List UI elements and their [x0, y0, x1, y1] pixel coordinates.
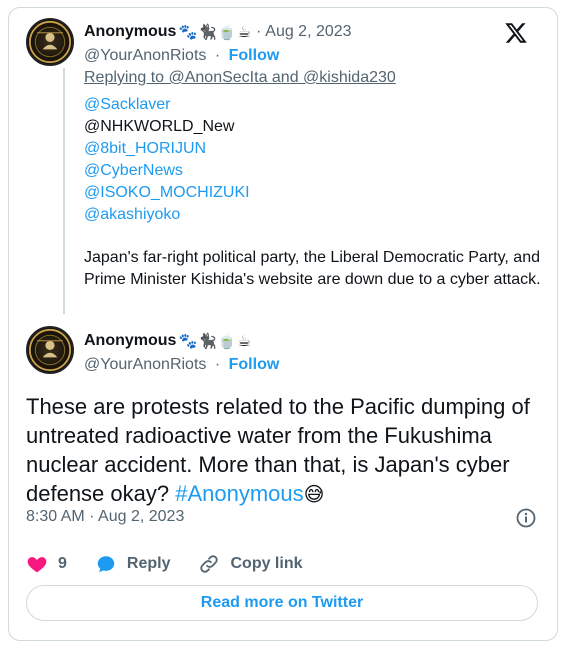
avatar[interactable] [26, 326, 74, 374]
author-handle[interactable]: @YourAnonRiots [84, 356, 206, 373]
tweet-timestamp[interactable]: 8:30 AM · Aug 2, 2023 [26, 508, 184, 526]
author-emojis: 🐾🐈‍⬛🍵☕ [178, 332, 252, 350]
reply-button[interactable]: Reply [95, 553, 171, 575]
like-count: 9 [58, 555, 67, 572]
tweet-actions: 9 Reply Copy link [26, 551, 331, 577]
author-name[interactable]: Anonymous [84, 23, 176, 41]
mention-link[interactable]: @8bit_HORIJUN [84, 138, 250, 160]
main-author-row: Anonymous 🐾🐈‍⬛🍵☕ [84, 332, 252, 350]
copy-link-button[interactable]: Copy link [198, 553, 303, 575]
mention-text: @NHKWORLD_New [84, 118, 235, 135]
mentions-list: @Sacklaver @NHKWORLD_New @8bit_HORIJUN @… [84, 94, 250, 226]
anonymous-emblem-icon [28, 328, 72, 372]
sweat-smile-emoji: 😅 [303, 482, 325, 506]
x-logo-icon[interactable] [504, 21, 528, 45]
main-handle-row: @YourAnonRiots · Follow [84, 356, 279, 374]
quoted-author-row: Anonymous 🐾🐈‍⬛🍵☕ · Aug 2, 2023 [84, 23, 352, 41]
like-button[interactable]: 9 [26, 553, 67, 575]
link-icon [200, 555, 219, 573]
mention-link[interactable]: @ISOKO_MOCHIZUKI [84, 182, 250, 204]
info-icon[interactable] [515, 507, 537, 529]
quoted-handle-row: @YourAnonRiots · Follow [84, 47, 279, 65]
separator-dot: · [214, 356, 221, 373]
author-emojis: 🐾🐈‍⬛🍵☕ [178, 23, 252, 41]
anonymous-emblem-icon [28, 20, 72, 64]
author-name[interactable]: Anonymous [84, 332, 176, 350]
follow-button[interactable]: Follow [229, 47, 280, 64]
avatar[interactable] [26, 18, 74, 66]
read-more-button[interactable]: Read more on Twitter [26, 585, 538, 621]
copy-link-label: Copy link [230, 555, 303, 572]
mention-link[interactable]: @CyberNews [84, 160, 250, 182]
tweet-date[interactable]: Aug 2, 2023 [265, 23, 351, 41]
separator-dot: · [255, 23, 262, 40]
speech-bubble-icon [97, 556, 115, 573]
reply-label: Reply [126, 555, 171, 572]
separator-dot: · [214, 47, 221, 64]
thread-line [63, 68, 65, 314]
replying-to-link[interactable]: Replying to @AnonSecIta and @kishida230 [84, 69, 396, 87]
author-handle[interactable]: @YourAnonRiots [84, 47, 206, 64]
mention-link[interactable]: @Sacklaver [84, 94, 250, 116]
mention-link[interactable]: @akashiyoko [84, 204, 250, 226]
heart-icon [27, 557, 47, 573]
follow-button[interactable]: Follow [229, 356, 280, 373]
quoted-tweet-text: Japan's far-right political party, the L… [84, 249, 541, 288]
hashtag-link[interactable]: #Anonymous [175, 481, 303, 506]
tweet-text: These are protests related to the Pacifi… [26, 392, 546, 509]
